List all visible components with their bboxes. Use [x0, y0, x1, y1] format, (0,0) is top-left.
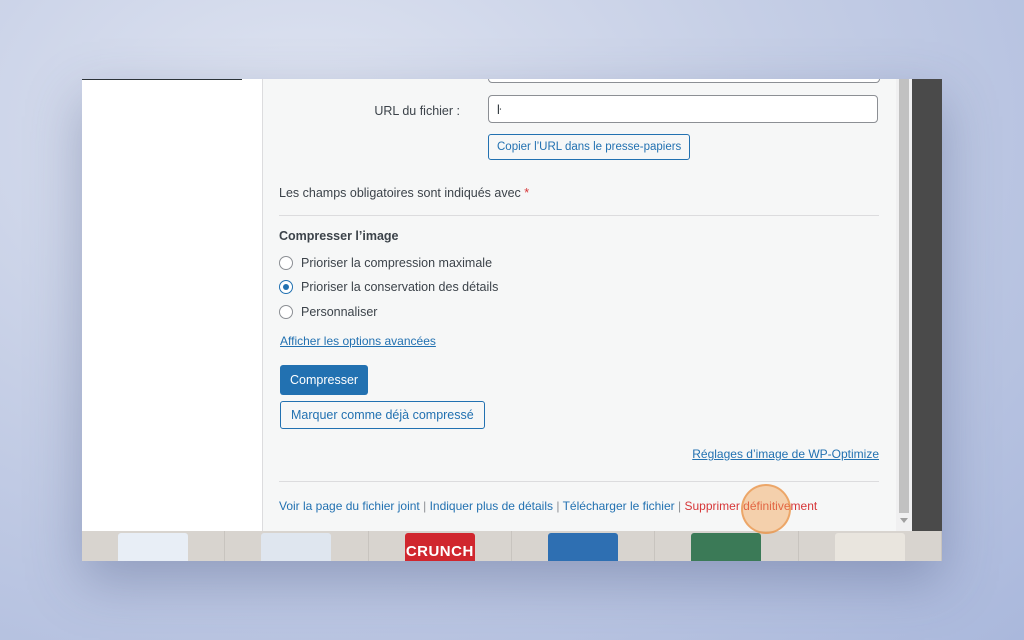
radio-button[interactable] — [279, 256, 293, 270]
copy-url-button[interactable]: Copier l’URL dans le presse-papiers — [488, 134, 691, 160]
actions-divider — [279, 481, 879, 482]
product-thumbnail — [548, 533, 619, 561]
media-thumbnail[interactable] — [512, 531, 656, 561]
product-label: CRUNCH — [405, 543, 474, 560]
separator: | — [678, 499, 682, 513]
separator: | — [556, 499, 560, 513]
radio-label[interactable]: Prioriser la compression maximale — [301, 256, 492, 270]
media-thumbnail[interactable] — [799, 531, 942, 561]
preview-divider — [82, 79, 242, 80]
radio-option-max-compression[interactable]: Prioriser la compression maximale — [279, 253, 492, 273]
url-field-label: URL du fichier : — [374, 104, 460, 118]
scroll-down-arrow-icon[interactable] — [900, 518, 908, 523]
previous-field-input[interactable] — [488, 79, 880, 83]
required-fields-note: Les champs obligatoires sont indiqués av… — [279, 186, 529, 200]
show-advanced-options-link[interactable]: Afficher les options avancées — [280, 334, 436, 348]
radio-option-preserve-details[interactable]: Prioriser la conservation des détails — [279, 277, 498, 297]
compress-image-title: Compresser l’image — [279, 229, 399, 243]
scrollbar-thumb[interactable] — [899, 79, 909, 513]
media-modal-frame: CRUNCH URL du fichier : ŀ Copier l’URL d… — [82, 79, 942, 561]
radio-button[interactable] — [279, 305, 293, 319]
media-library-grid-background: CRUNCH — [82, 531, 942, 561]
attachment-details-modal: URL du fichier : ŀ Copier l’URL dans le … — [82, 79, 912, 531]
attachment-actions: Voir la page du fichier joint | Indiquer… — [279, 499, 817, 513]
compress-button[interactable]: Compresser — [280, 365, 369, 395]
media-thumbnail[interactable]: CRUNCH — [369, 531, 512, 561]
product-thumbnail: CRUNCH — [404, 533, 475, 561]
media-thumbnail[interactable] — [82, 531, 226, 561]
media-thumbnail[interactable] — [655, 531, 799, 561]
download-file-link[interactable]: Télécharger le fichier — [563, 499, 675, 513]
radio-label[interactable]: Prioriser la conservation des détails — [301, 280, 498, 294]
media-thumbnail[interactable] — [225, 531, 369, 561]
radio-button-checked[interactable] — [279, 280, 293, 294]
product-thumbnail — [118, 533, 189, 561]
section-divider — [279, 215, 879, 216]
click-indicator — [741, 484, 791, 534]
required-note-text: Les champs obligatoires sont indiqués av… — [279, 186, 521, 200]
radio-option-custom[interactable]: Personnaliser — [279, 302, 377, 322]
product-thumbnail — [261, 533, 332, 561]
attachment-details-panel: URL du fichier : ŀ Copier l’URL dans le … — [262, 79, 897, 531]
required-star: * — [524, 186, 530, 200]
product-thumbnail — [691, 533, 762, 561]
separator: | — [423, 499, 427, 513]
wp-optimize-settings-link[interactable]: Réglages d’image de WP-Optimize — [692, 447, 879, 461]
mark-as-compressed-button[interactable]: Marquer comme déjà compressé — [280, 401, 485, 429]
edit-more-details-link[interactable]: Indiquer plus de détails — [430, 499, 553, 513]
radio-label[interactable]: Personnaliser — [301, 305, 377, 319]
attachment-preview-pane — [82, 79, 262, 531]
product-thumbnail — [834, 533, 905, 561]
view-attachment-page-link[interactable]: Voir la page du fichier joint — [279, 499, 420, 513]
details-scrollbar[interactable] — [896, 79, 912, 531]
file-url-input[interactable]: ŀ — [488, 95, 878, 123]
